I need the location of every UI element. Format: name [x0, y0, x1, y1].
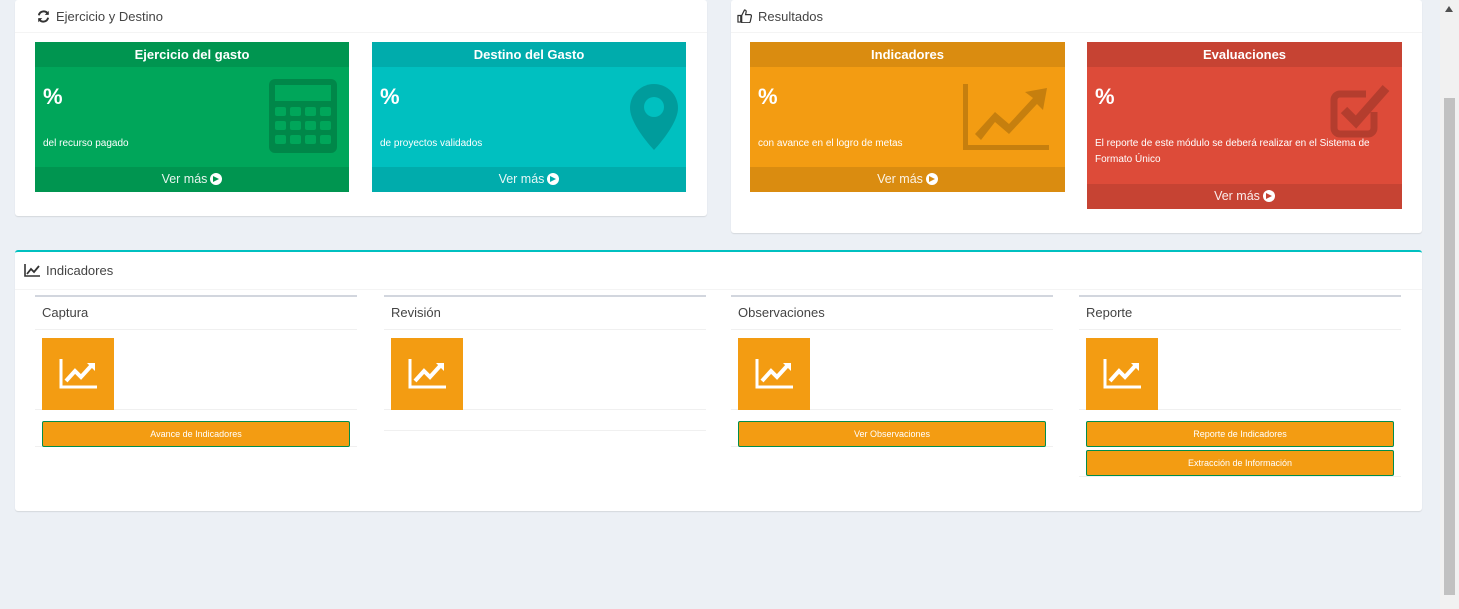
indicadores-header: Indicadores [15, 252, 1422, 290]
indicadores-box: Indicadores % con avance en el logro de … [750, 42, 1065, 192]
check-square-icon [1330, 85, 1390, 138]
resultados-panel: Resultados Indicadores % con avance en e… [731, 0, 1422, 233]
thumbs-up-icon [737, 9, 752, 23]
ver-mas-link[interactable]: Ver más [1087, 184, 1402, 209]
ver-mas-label: Ver más [161, 172, 208, 186]
vertical-scrollbar[interactable] [1440, 0, 1459, 609]
ver-mas-label: Ver más [1214, 189, 1260, 203]
column-info-box [35, 330, 357, 410]
box-value: % [43, 84, 63, 109]
line-chart-icon [738, 338, 810, 410]
map-marker-icon [630, 84, 678, 150]
arrow-circle-right-icon [925, 173, 938, 185]
column-info-box [731, 330, 1053, 410]
box-title: Destino del Gasto [372, 42, 686, 67]
box-value: % [380, 84, 400, 109]
arrow-circle-right-icon [210, 173, 223, 185]
box-value: % [758, 84, 778, 109]
ver-mas-link[interactable]: Ver más [750, 167, 1065, 192]
ejercicio-destino-title: Ejercicio y Destino [56, 8, 163, 24]
scrollbar-thumb[interactable] [1444, 98, 1455, 595]
calculator-icon [269, 79, 337, 153]
column-actions: Reporte de Indicadores Extracción de Inf… [1079, 410, 1401, 477]
column-revision: Revisión [384, 295, 706, 431]
ver-mas-label: Ver más [877, 172, 923, 186]
ver-mas-label: Ver más [498, 172, 545, 186]
arrow-circle-right-icon [1262, 190, 1275, 202]
indicadores-title: Indicadores [46, 263, 114, 278]
area-chart-icon [963, 84, 1049, 150]
destino-gasto-box: Destino del Gasto % de proyectos validad… [372, 42, 686, 192]
column-actions: Ver Observaciones [731, 410, 1053, 447]
box-value: % [1095, 84, 1115, 109]
reporte-indicadores-button[interactable]: Reporte de Indicadores [1086, 421, 1394, 447]
column-actions: Avance de Indicadores [35, 410, 357, 447]
box-description: con avance en el logro de metas [758, 138, 903, 149]
box-title: Ejercicio del gasto [35, 42, 349, 67]
avance-indicadores-button[interactable]: Avance de Indicadores [42, 421, 350, 447]
line-chart-icon [391, 338, 463, 410]
resultados-title: Resultados [758, 8, 824, 24]
column-reporte: Reporte Reporte de Indicadores Extracció… [1079, 295, 1401, 477]
line-chart-icon [42, 338, 114, 410]
column-actions [384, 410, 706, 431]
box-description: del recurso pagado [43, 138, 129, 149]
ver-mas-link[interactable]: Ver más [372, 167, 686, 192]
ver-mas-link[interactable]: Ver más [35, 167, 349, 192]
column-title: Captura [35, 297, 357, 330]
ejercicio-destino-panel: Ejercicio y Destino Ejercicio del gasto … [15, 0, 707, 216]
ejercicio-destino-header: Ejercicio y Destino [15, 0, 707, 33]
scroll-up-arrow-icon[interactable] [1445, 6, 1453, 12]
line-chart-icon [24, 264, 40, 277]
box-title: Evaluaciones [1087, 42, 1402, 67]
indicadores-panel: Indicadores Captura Avance de Indicadore… [15, 250, 1422, 511]
box-description: El reporte de este módulo se deberá real… [1095, 138, 1370, 165]
ejercicio-gasto-box: Ejercicio del gasto % del recurso pagado… [35, 42, 349, 192]
arrow-circle-right-icon [547, 173, 560, 185]
column-observaciones: Observaciones Ver Observaciones [731, 295, 1053, 447]
extraccion-informacion-button[interactable]: Extracción de Información [1086, 450, 1394, 476]
line-chart-icon [1086, 338, 1158, 410]
ver-observaciones-button[interactable]: Ver Observaciones [738, 421, 1046, 447]
column-title: Reporte [1079, 297, 1401, 330]
box-description: de proyectos validados [380, 138, 483, 149]
box-title: Indicadores [750, 42, 1065, 67]
column-captura: Captura Avance de Indicadores [35, 295, 357, 447]
evaluaciones-box: Evaluaciones % El reporte de este módulo… [1087, 42, 1402, 209]
column-info-box [384, 330, 706, 410]
resultados-header: Resultados [731, 0, 1422, 33]
column-title: Revisión [384, 297, 706, 330]
refresh-icon [37, 9, 50, 23]
column-title: Observaciones [731, 297, 1053, 330]
column-info-box [1079, 330, 1401, 410]
